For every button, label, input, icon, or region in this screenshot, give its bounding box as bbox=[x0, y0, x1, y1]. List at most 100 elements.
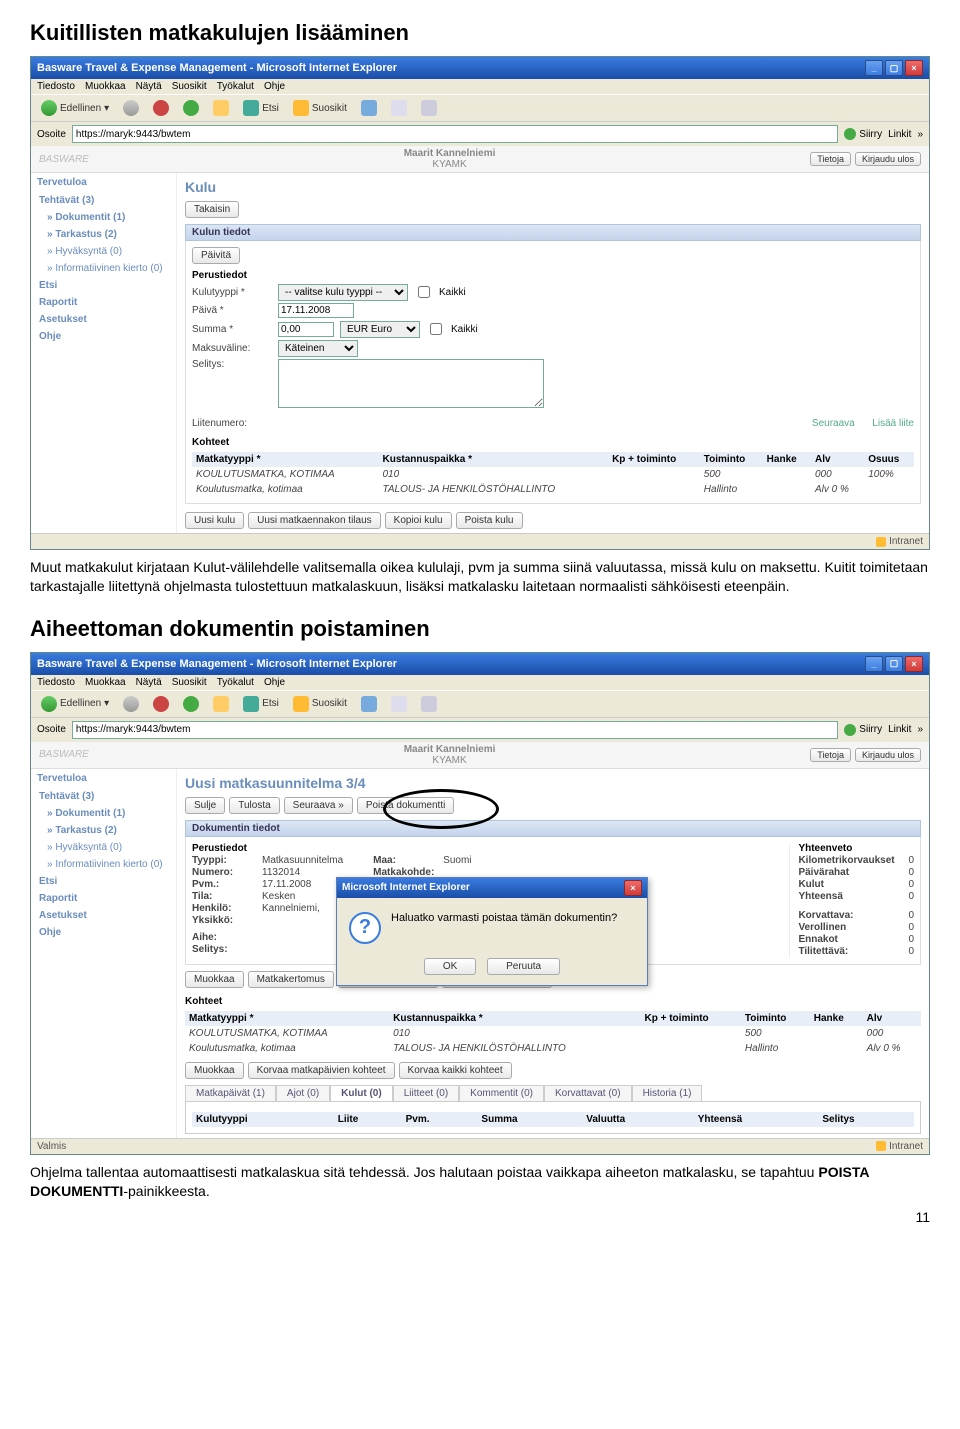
back-button[interactable]: Edellinen ▾ bbox=[37, 695, 113, 713]
stop-button[interactable] bbox=[149, 99, 173, 117]
address-input[interactable] bbox=[72, 721, 838, 739]
nav-help[interactable]: Ohje bbox=[31, 328, 176, 345]
history-button[interactable] bbox=[357, 99, 381, 117]
date-input[interactable] bbox=[278, 303, 354, 318]
refresh-button[interactable] bbox=[179, 99, 203, 117]
close-icon[interactable]: × bbox=[905, 656, 923, 672]
replace-all-targets-button[interactable]: Korvaa kaikki kohteet bbox=[399, 1062, 512, 1079]
trip-report-button[interactable]: Matkakertomus bbox=[248, 971, 334, 988]
menu-view[interactable]: Näytä bbox=[136, 81, 162, 92]
maximize-icon[interactable]: ▢ bbox=[885, 60, 903, 76]
delete-document-button[interactable]: Poista dokumentti bbox=[357, 797, 455, 814]
go-button[interactable]: Siirry bbox=[844, 128, 882, 140]
home-icon bbox=[213, 100, 229, 116]
maximize-icon[interactable]: ▢ bbox=[885, 656, 903, 672]
nav-approve[interactable]: » Hyväksyntä (0) bbox=[31, 839, 176, 856]
tab-comments[interactable]: Kommentit (0) bbox=[459, 1085, 544, 1101]
close-icon[interactable]: × bbox=[905, 60, 923, 76]
info-button[interactable]: Tietoja bbox=[810, 152, 851, 166]
nav-tasks[interactable]: Tehtävät (3) bbox=[31, 192, 176, 209]
nav-settings[interactable]: Asetukset bbox=[31, 311, 176, 328]
minimize-icon[interactable]: _ bbox=[865, 656, 883, 672]
new-expense-button[interactable]: Uusi kulu bbox=[185, 512, 244, 529]
sum-input[interactable] bbox=[278, 322, 334, 337]
nav-reports[interactable]: Raportit bbox=[31, 294, 176, 311]
desc-textarea[interactable] bbox=[278, 359, 544, 408]
nav-tasks[interactable]: Tehtävät (3) bbox=[31, 788, 176, 805]
menu-favs[interactable]: Suosikit bbox=[172, 81, 207, 92]
back-app-button[interactable]: Takaisin bbox=[185, 201, 239, 218]
nav-fyi[interactable]: » Informatiivinen kierto (0) bbox=[31, 260, 176, 277]
delete-expense-button[interactable]: Poista kulu bbox=[456, 512, 523, 529]
lock-icon bbox=[876, 1141, 886, 1151]
menu-help[interactable]: Ohje bbox=[264, 81, 285, 92]
nav-review[interactable]: » Tarkastus (2) bbox=[31, 822, 176, 839]
nav-search[interactable]: Etsi bbox=[31, 873, 176, 890]
edit-button[interactable]: Muokkaa bbox=[185, 971, 244, 988]
menu-tools[interactable]: Työkalut bbox=[217, 81, 254, 92]
tab-reimbursable[interactable]: Korvattavat (0) bbox=[544, 1085, 632, 1101]
search-button[interactable]: Etsi bbox=[239, 99, 283, 117]
mail-button[interactable] bbox=[387, 99, 411, 117]
info-button[interactable]: Tietoja bbox=[810, 748, 851, 762]
edit-targets-button[interactable]: Muokkaa bbox=[185, 1062, 244, 1079]
pay-label: Maksuväline: bbox=[192, 343, 272, 354]
type-select[interactable]: -- valitse kulu tyyppi -- bbox=[278, 284, 408, 301]
star-icon bbox=[293, 696, 309, 712]
favorites-button[interactable]: Suosikit bbox=[289, 99, 351, 117]
go-button[interactable]: Siirry bbox=[844, 724, 882, 736]
th-cc: Kustannuspaikka * bbox=[378, 452, 608, 467]
tab-days[interactable]: Matkapäivät (1) bbox=[185, 1085, 276, 1101]
forward-button[interactable] bbox=[119, 99, 143, 117]
minimize-icon[interactable]: _ bbox=[865, 60, 883, 76]
address-input[interactable] bbox=[72, 125, 838, 143]
type-all-checkbox[interactable] bbox=[418, 286, 430, 298]
print-button[interactable]: Tulosta bbox=[229, 797, 279, 814]
tab-attachments[interactable]: Liitteet (0) bbox=[393, 1085, 459, 1101]
next-button[interactable]: Seuraava » bbox=[284, 797, 353, 814]
currency-select[interactable]: EUR Euro bbox=[340, 321, 420, 338]
new-advance-button[interactable]: Uusi matkaennakon tilaus bbox=[248, 512, 381, 529]
back-button[interactable]: Edellinen ▾ bbox=[37, 99, 113, 117]
edit-button[interactable]: Päivitä bbox=[192, 247, 240, 264]
th-vat: Alv bbox=[811, 452, 864, 467]
next-link[interactable]: Seuraava bbox=[812, 418, 855, 429]
home-button[interactable] bbox=[209, 99, 233, 117]
dialog-close-icon[interactable]: × bbox=[624, 880, 642, 896]
nav-approve[interactable]: » Hyväksyntä (0) bbox=[31, 243, 176, 260]
summary-box: Yhteenveto Kilometrikorvaukset0 Päivärah… bbox=[789, 843, 914, 958]
menu-file[interactable]: Tiedosto bbox=[37, 81, 75, 92]
history-icon bbox=[361, 696, 377, 712]
copy-expense-button[interactable]: Kopioi kulu bbox=[385, 512, 452, 529]
nav-review[interactable]: » Tarkastus (2) bbox=[31, 226, 176, 243]
section-receipts-title: Kuitillisten matkakulujen lisääminen bbox=[30, 20, 930, 46]
ie-title: Basware Travel & Expense Management - Mi… bbox=[37, 62, 397, 74]
nav-help[interactable]: Ohje bbox=[31, 924, 176, 941]
tab-expenses[interactable]: Kulut (0) bbox=[330, 1085, 393, 1101]
nav-fyi[interactable]: » Informatiivinen kierto (0) bbox=[31, 856, 176, 873]
nav-search[interactable]: Etsi bbox=[31, 277, 176, 294]
th-type: Matkatyyppi * bbox=[192, 452, 378, 467]
close-button[interactable]: Sulje bbox=[185, 797, 225, 814]
sidebar-2: Tervetuloa Tehtävät (3) » Dokumentit (1)… bbox=[31, 769, 177, 1138]
tab-drives[interactable]: Ajot (0) bbox=[276, 1085, 330, 1101]
tab-history[interactable]: Historia (1) bbox=[632, 1085, 703, 1101]
print-button[interactable] bbox=[417, 99, 441, 117]
nav-docs[interactable]: » Dokumentit (1) bbox=[31, 209, 176, 226]
nav-welcome: Tervetuloa bbox=[31, 173, 176, 192]
pay-select[interactable]: Käteinen bbox=[278, 340, 358, 357]
dialog-cancel-button[interactable]: Peruuta bbox=[487, 958, 560, 975]
table-row: KOULUTUSMATKA, KOTIMAA010500000100% bbox=[192, 467, 914, 482]
replace-day-targets-button[interactable]: Korvaa matkapäivien kohteet bbox=[248, 1062, 395, 1079]
date-label: Päivä * bbox=[192, 305, 272, 316]
currency-all-checkbox[interactable] bbox=[430, 323, 442, 335]
menu-edit[interactable]: Muokkaa bbox=[85, 81, 126, 92]
dialog-ok-button[interactable]: OK bbox=[424, 958, 476, 975]
logout-button[interactable]: Kirjaudu ulos bbox=[855, 152, 921, 166]
nav-reports[interactable]: Raportit bbox=[31, 890, 176, 907]
table-row: Koulutusmatka, kotimaaTALOUS- JA HENKILÖ… bbox=[185, 1041, 921, 1056]
add-attachment-link[interactable]: Lisää liite bbox=[872, 418, 914, 429]
nav-docs[interactable]: » Dokumentit (1) bbox=[31, 805, 176, 822]
logout-button[interactable]: Kirjaudu ulos bbox=[855, 748, 921, 762]
nav-settings[interactable]: Asetukset bbox=[31, 907, 176, 924]
